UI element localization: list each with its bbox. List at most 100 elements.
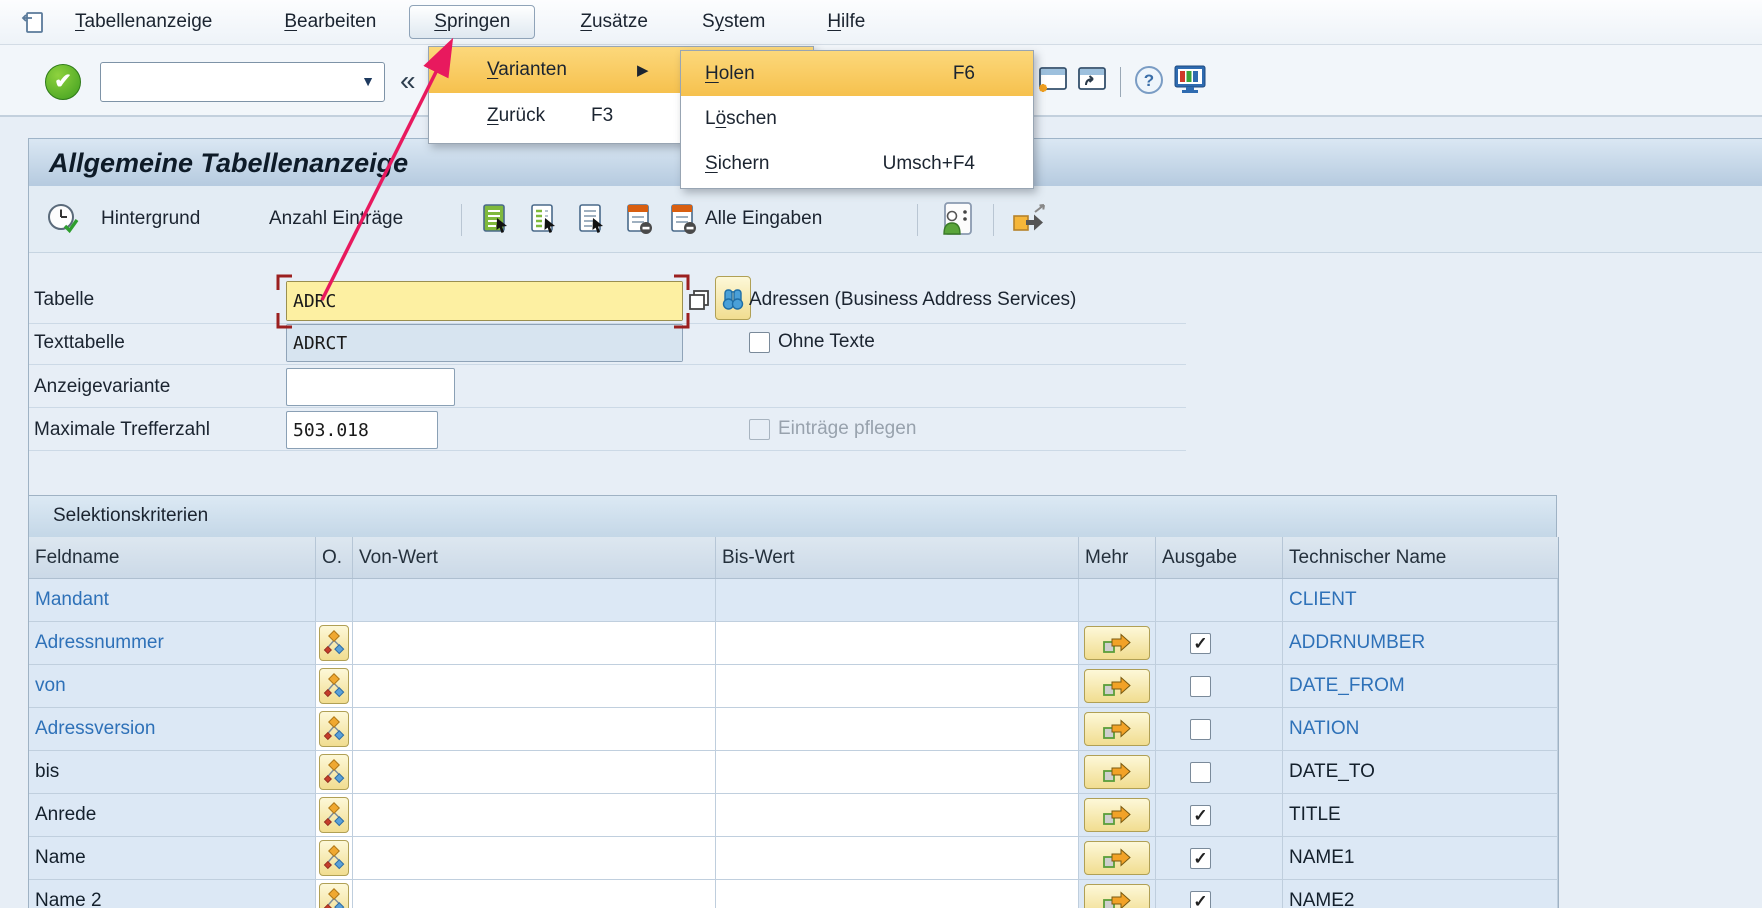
execute-in-background-icon[interactable] [45, 186, 81, 252]
multiple-selection-button[interactable] [1084, 712, 1150, 746]
menu-system[interactable]: System [691, 5, 776, 39]
bis-wert-input[interactable] [716, 794, 1079, 836]
menu-zusaetze[interactable]: Zusätze [569, 5, 659, 39]
chevron-down-icon[interactable]: ▼ [361, 73, 375, 89]
bis-wert-input[interactable] [716, 751, 1079, 793]
von-wert-input[interactable] [353, 794, 716, 836]
output-checkbox[interactable]: ✓ [1190, 891, 1211, 908]
column-header-ausgabe: Ausgabe [1156, 537, 1283, 578]
texttabelle-label: Texttabelle [34, 332, 125, 354]
collapse-toolbar-button[interactable]: « [400, 67, 416, 95]
selection-options-icon [322, 887, 346, 908]
help-icon[interactable]: ? [1134, 65, 1164, 100]
bis-wert-input[interactable] [716, 837, 1079, 879]
check-icon: ✔ [54, 70, 72, 93]
transaction-page-icon [20, 9, 46, 35]
output-checkbox[interactable]: ✓ [1190, 805, 1211, 826]
delete-selection-icon[interactable] [625, 186, 655, 252]
create-shortcut-icon[interactable] [1076, 65, 1108, 100]
new-session-icon[interactable] [1036, 65, 1068, 100]
column-header-von-wert: Von-Wert [353, 537, 716, 578]
selection-row: bis DATE_TO [29, 751, 1558, 794]
selection-options-button[interactable] [319, 840, 349, 876]
menu-springen[interactable]: Springen [409, 5, 535, 39]
delete-all-inputs-button[interactable]: Alle Eingaben [669, 186, 822, 252]
output-checkbox[interactable]: ✓ [1190, 848, 1211, 869]
possible-entries-icon[interactable] [685, 284, 713, 321]
ohne-texte-checkbox[interactable] [749, 332, 770, 353]
select-all-icon[interactable] [481, 186, 511, 252]
select-block-icon[interactable] [529, 186, 559, 252]
shortcut-label: Umsch+F4 [883, 153, 975, 175]
selection-options-button[interactable] [319, 754, 349, 790]
multiple-selection-button[interactable] [1084, 626, 1150, 660]
menu-bearbeiten[interactable]: Bearbeiten [273, 5, 387, 39]
technical-name-cell: ADDRNUMBER [1283, 622, 1558, 664]
menu-item-loeschen[interactable]: Löschen [681, 96, 1033, 141]
selection-options-button[interactable] [319, 797, 349, 833]
von-wert-input[interactable] [353, 622, 716, 664]
mehr-cell [1079, 579, 1156, 621]
eintraege-pflegen-checkbox [749, 419, 770, 440]
multiple-selection-button[interactable] [1084, 798, 1150, 832]
mehr-cell [1079, 665, 1156, 707]
technical-name-cell: DATE_FROM [1283, 665, 1558, 707]
bis-wert-input[interactable] [716, 622, 1079, 664]
selection-row: Adressversion NATION [29, 708, 1558, 751]
selection-options-button[interactable] [319, 711, 349, 747]
svg-text:?: ? [1144, 71, 1154, 90]
tabelle-label: Tabelle [34, 289, 94, 311]
field-name-cell: Name [29, 837, 316, 879]
von-wert-input[interactable] [353, 837, 716, 879]
menu-item-holen[interactable]: Holen F6 [681, 51, 1033, 96]
search-help-binoculars-icon[interactable] [715, 276, 751, 320]
multiple-selection-button[interactable] [1084, 841, 1150, 875]
background-button[interactable]: Hintergrund [101, 186, 200, 252]
number-of-entries-button[interactable]: Anzahl Einträge [269, 186, 403, 252]
von-wert-input[interactable] [353, 665, 716, 707]
anzeigevariante-input[interactable] [287, 369, 454, 405]
exit-icon[interactable] [1011, 186, 1049, 252]
output-checkbox[interactable] [1190, 719, 1211, 740]
section-header: Selektionskriterien [28, 495, 1557, 537]
output-checkbox[interactable] [1190, 762, 1211, 783]
application-toolbar: Hintergrund Anzahl Einträge Alle Eingabe… [28, 186, 1762, 253]
multiple-selection-button[interactable] [1084, 884, 1150, 908]
menu-item-sichern[interactable]: Sichern Umsch+F4 [681, 141, 1033, 186]
max-trefferzahl-input[interactable] [287, 412, 437, 448]
deselect-all-icon[interactable] [577, 186, 607, 252]
anzeigevariante-label: Anzeigevariante [34, 376, 170, 398]
menu-hilfe[interactable]: Hilfe [816, 5, 876, 39]
von-wert-input[interactable] [353, 751, 716, 793]
bis-wert-input[interactable] [716, 880, 1079, 908]
menu-tabellenanzeige[interactable]: Tabellenanzeige [64, 5, 223, 39]
eintraege-pflegen-row: Einträge pflegen [749, 418, 916, 440]
ausgabe-cell [1156, 665, 1283, 707]
technical-name-cell: NATION [1283, 708, 1558, 750]
bis-wert-input[interactable] [716, 665, 1079, 707]
shortcut-label: F6 [953, 63, 975, 85]
command-input[interactable] [105, 65, 353, 97]
multiple-selection-button[interactable] [1084, 669, 1150, 703]
selection-options-button[interactable] [319, 625, 349, 661]
user-settings-icon[interactable] [937, 186, 975, 252]
multiple-selection-arrow-icon [1102, 632, 1132, 654]
field-name-cell: Adressnummer [29, 622, 316, 664]
output-checkbox[interactable]: ✓ [1190, 633, 1211, 654]
selection-options-button[interactable] [319, 668, 349, 704]
ausgabe-cell [1156, 579, 1283, 621]
selection-row: Adressnummer ✓ ADDRNUMBER [29, 622, 1558, 665]
all-inputs-label: Alle Eingaben [705, 208, 822, 230]
mehr-cell [1079, 837, 1156, 879]
tabelle-input[interactable] [287, 282, 682, 320]
von-wert-input[interactable] [353, 880, 716, 908]
multiple-selection-button[interactable] [1084, 755, 1150, 789]
enter-button[interactable]: ✔ [45, 64, 81, 100]
von-wert-input[interactable] [353, 708, 716, 750]
technical-name-cell: DATE_TO [1283, 751, 1558, 793]
selection-options-button[interactable] [319, 883, 349, 908]
field-name-cell: Mandant [29, 579, 316, 621]
customize-layout-icon[interactable] [1172, 65, 1208, 100]
output-checkbox[interactable] [1190, 676, 1211, 697]
bis-wert-input[interactable] [716, 708, 1079, 750]
